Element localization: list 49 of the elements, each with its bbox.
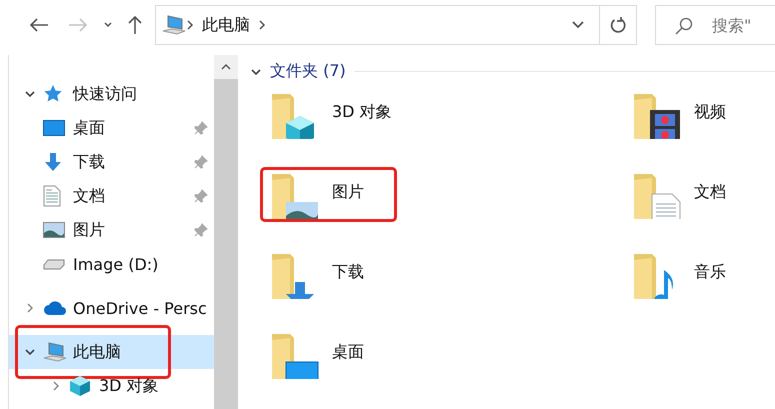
nav-item[interactable]: 3D 对象 [9, 369, 214, 403]
pin-icon[interactable] [194, 121, 208, 135]
folder-item[interactable]: 图片 [260, 167, 397, 222]
nav-item[interactable]: OneDrive - Persc [9, 291, 214, 325]
download-arrow-icon [43, 152, 63, 172]
nav-item[interactable]: 快速访问 [9, 77, 214, 111]
computer-icon [162, 15, 186, 35]
scroll-up-button[interactable] [214, 55, 238, 79]
document-icon [43, 185, 61, 207]
folder-item[interactable]: 3D 对象 [260, 87, 425, 142]
search-field[interactable]: 搜索" [655, 5, 775, 45]
folder-video-icon [632, 92, 682, 139]
star-icon [43, 84, 63, 104]
refresh-icon [610, 16, 626, 34]
nav-item[interactable]: Image (D:) [9, 247, 214, 281]
cube-icon [69, 375, 91, 397]
drive-icon [43, 258, 65, 270]
chevron-right-icon[interactable] [186, 19, 194, 31]
chevron-right-icon[interactable] [258, 19, 266, 31]
chevron-down-icon [102, 21, 113, 29]
folder-item[interactable]: 视频 [622, 87, 759, 142]
picture-icon [43, 222, 65, 238]
nav-item[interactable]: 文档 [9, 179, 214, 213]
scrollbar-thumb[interactable] [214, 79, 238, 409]
desktop-icon [43, 120, 65, 136]
nav-item[interactable]: 桌面 [9, 111, 214, 145]
folder-pictures-icon [270, 172, 320, 219]
chevron-up-icon [221, 64, 231, 70]
pin-icon[interactable] [194, 223, 208, 237]
group-header[interactable]: 文件夹 (7) [270, 61, 346, 82]
up-arrow-icon [126, 15, 143, 35]
nav-item[interactable]: 图片 [9, 213, 214, 247]
chevron-down-icon [570, 20, 584, 30]
folder-item[interactable]: 音乐 [622, 247, 759, 302]
address-bar[interactable]: 此电脑 [155, 5, 637, 45]
computer-icon [43, 342, 67, 362]
back-arrow-icon [29, 17, 50, 33]
breadcrumb[interactable]: 此电脑 [202, 14, 250, 36]
folder-item[interactable]: 桌面 [260, 327, 397, 382]
folder-item[interactable]: 下载 [260, 247, 397, 302]
folder-desktop-icon [270, 332, 320, 379]
pin-icon[interactable] [194, 189, 208, 203]
cloud-icon [43, 300, 67, 316]
nav-item[interactable]: 此电脑 [9, 335, 214, 369]
nav-item[interactable]: 下载 [9, 145, 214, 179]
forward-arrow-icon [68, 17, 88, 33]
folder-item[interactable]: 文档 [622, 167, 759, 222]
folder-documents-icon [632, 172, 682, 219]
pin-icon[interactable] [194, 155, 208, 169]
